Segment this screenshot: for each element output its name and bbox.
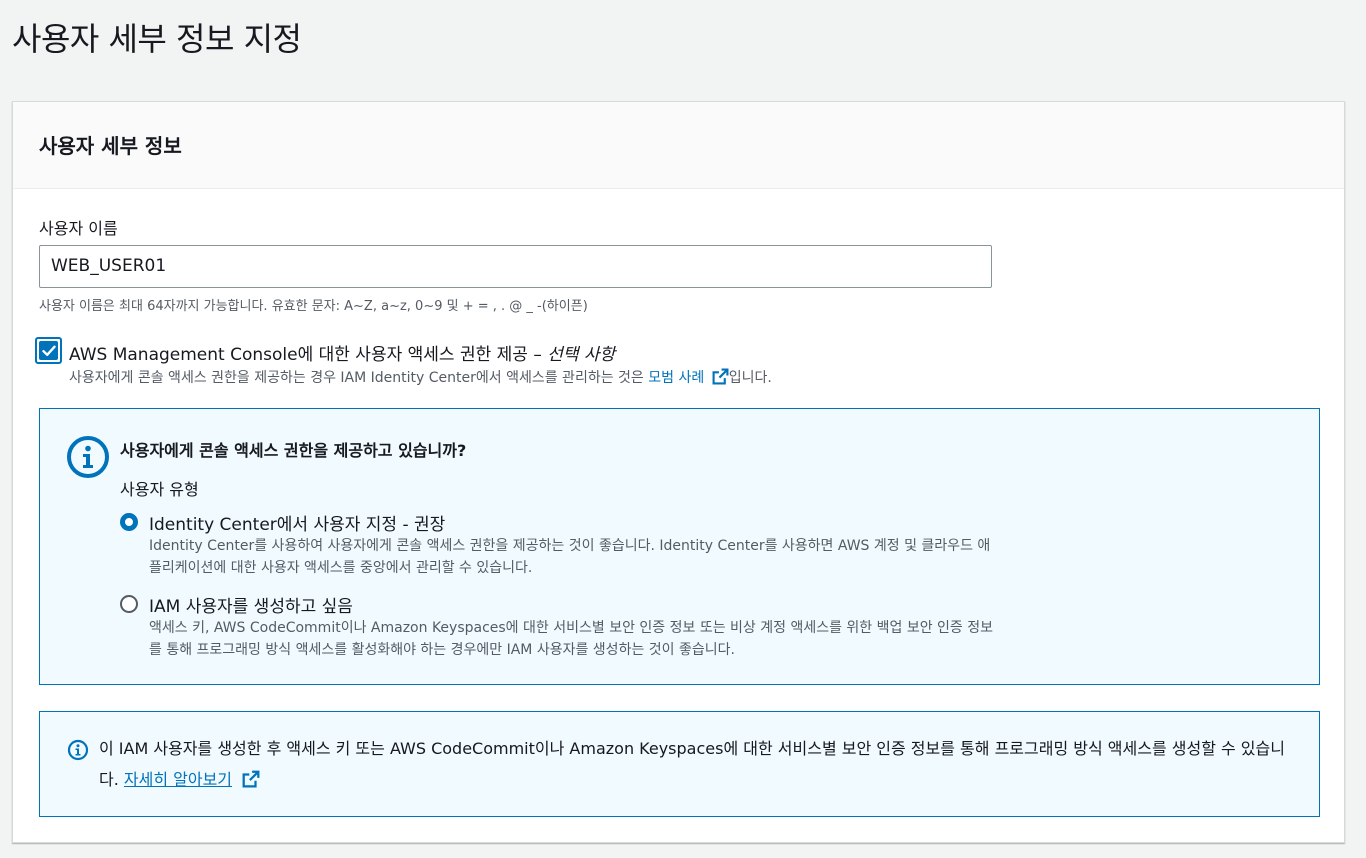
- identity-center-option-desc: Identity Center를 사용하여 사용자에게 콘솔 액세스 권한을 제…: [149, 538, 991, 576]
- learn-more-link[interactable]: 자세히 알아보기: [124, 770, 232, 789]
- iam-user-option-label[interactable]: IAM 사용자를 생성하고 싶음: [149, 592, 353, 617]
- radio-iam-user[interactable]: [120, 595, 138, 613]
- radio-identity-center[interactable]: [120, 513, 138, 531]
- username-input[interactable]: WEB_USER01: [39, 245, 992, 288]
- info-icon-small: [67, 739, 89, 761]
- check-icon: [41, 345, 56, 356]
- username-label: 사용자 이름: [39, 219, 118, 238]
- username-hint: 사용자 이름은 최대 64자까지 가능합니다. 유효한 문자: A~Z, a~z…: [39, 299, 588, 314]
- external-link-icon[interactable]: [712, 368, 729, 385]
- console-info-box: 사용자에게 콘솔 액세스 권한을 제공하고 있습니까? 사용자 유형 Ident…: [39, 408, 1320, 685]
- identity-center-option-label[interactable]: Identity Center에서 사용자 지정 - 권장: [149, 510, 445, 535]
- iam-info-text: 이 IAM 사용자를 생성한 후 액세스 키 또는 AWS CodeCommit…: [99, 733, 1289, 795]
- iam-user-option-desc: 액세스 키, AWS CodeCommit이나 Amazon Keyspaces…: [149, 620, 994, 658]
- console-access-checkbox[interactable]: [35, 337, 62, 364]
- console-access-label-main: AWS Management Console에 대한 사용자 액세스 권한 제공…: [69, 345, 548, 365]
- iam-info-body: 이 IAM 사용자를 생성한 후 액세스 키 또는 AWS CodeCommit…: [99, 739, 1285, 789]
- optional-label: 선택 사항: [547, 345, 616, 365]
- iam-info-box: 이 IAM 사용자를 생성한 후 액세스 키 또는 AWS CodeCommit…: [39, 711, 1320, 817]
- page-title: 사용자 세부 정보 지정: [12, 20, 302, 58]
- console-access-desc-after: 입니다.: [728, 370, 772, 386]
- section-header: 사용자 세부 정보: [39, 134, 182, 158]
- console-access-desc-text: 사용자에게 콘솔 액세스 권한을 제공하는 경우 IAM Identity Ce…: [69, 370, 649, 386]
- console-access-desc: 사용자에게 콘솔 액세스 권한을 제공하는 경우 IAM Identity Ce…: [69, 367, 772, 387]
- container-header: 사용자 세부 정보: [13, 102, 1344, 189]
- console-access-label[interactable]: AWS Management Console에 대한 사용자 액세스 권한 제공…: [69, 340, 615, 365]
- checkbox-check: [39, 341, 58, 360]
- user-type-label: 사용자 유형: [120, 480, 199, 499]
- user-details-container: 사용자 세부 정보 사용자 이름 WEB_USER01 사용자 이름은 최대 6…: [12, 101, 1345, 843]
- info-icon: [67, 436, 109, 478]
- best-practice-link[interactable]: 모범 사례: [648, 370, 704, 386]
- console-info-title: 사용자에게 콘솔 액세스 권한을 제공하고 있습니까?: [120, 441, 467, 460]
- external-link-icon[interactable]: [242, 770, 260, 788]
